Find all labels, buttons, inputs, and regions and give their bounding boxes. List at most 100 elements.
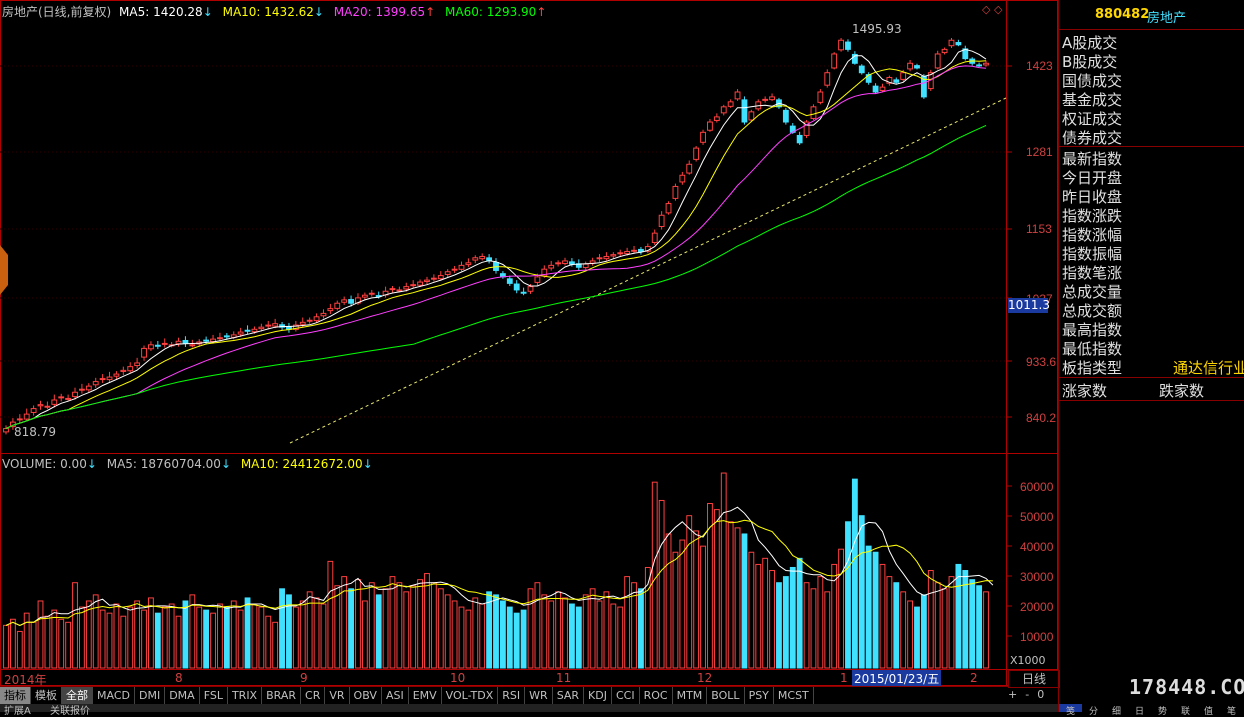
candle-body bbox=[893, 79, 900, 83]
volume-label: VOLUME: 0.00 bbox=[2, 457, 87, 471]
volume-bar bbox=[817, 576, 824, 669]
volume-bar bbox=[810, 588, 817, 669]
indicator-tab[interactable]: WR bbox=[525, 687, 553, 705]
side-bottom-tab[interactable]: 细 bbox=[1105, 704, 1128, 717]
candle-body bbox=[437, 275, 444, 280]
volume-bar bbox=[223, 606, 230, 669]
candle-body bbox=[23, 413, 30, 420]
candle-body bbox=[658, 214, 665, 228]
indicator-tab[interactable]: EMV bbox=[409, 687, 442, 705]
row-board-type: 板指类型 bbox=[1062, 359, 1123, 377]
ma60-line bbox=[5, 124, 987, 430]
candle-body bbox=[85, 385, 92, 391]
indicator-tab[interactable]: SAR bbox=[553, 687, 585, 705]
zoom-reset-button[interactable]: 0 bbox=[1037, 688, 1044, 701]
side-bottom-tab[interactable]: 笺 bbox=[1059, 704, 1082, 717]
volume-bar bbox=[789, 566, 796, 669]
bottom-tab-related[interactable]: 关联报价 bbox=[50, 702, 90, 717]
indicator-tab[interactable]: VR bbox=[325, 687, 350, 705]
candle-body bbox=[272, 323, 279, 327]
candle-body bbox=[651, 232, 658, 244]
candle-body bbox=[72, 391, 78, 398]
side-bottom-tab[interactable]: 联 bbox=[1174, 704, 1197, 717]
chart-frame bbox=[0, 0, 1058, 686]
row-change-pct: 指数涨幅 bbox=[1062, 226, 1123, 244]
volume-bar bbox=[865, 545, 872, 669]
side-bottom-tab[interactable]: 日 bbox=[1128, 704, 1151, 717]
volume-bar bbox=[368, 582, 375, 669]
candle-body bbox=[327, 308, 334, 312]
candle-body bbox=[127, 366, 134, 372]
bottom-tab-extend[interactable]: 扩展A bbox=[4, 702, 31, 717]
volume-bar bbox=[334, 585, 341, 669]
period-button[interactable]: 日线 bbox=[1008, 670, 1060, 688]
volume-bar bbox=[451, 600, 458, 669]
volume-bar bbox=[258, 606, 265, 669]
indicator-tab[interactable]: TRIX bbox=[228, 687, 263, 705]
candle-body bbox=[134, 362, 141, 367]
row-total-volume: 总成交量 bbox=[1062, 283, 1123, 301]
candle-body bbox=[872, 85, 879, 93]
volume-bar bbox=[79, 606, 85, 669]
volume-bar bbox=[858, 515, 865, 669]
volume-bar bbox=[375, 594, 382, 669]
volume-bar bbox=[769, 570, 775, 669]
svg-text:◇: ◇ bbox=[994, 3, 1003, 16]
volume-bar bbox=[955, 563, 962, 669]
indicator-tab[interactable]: CR bbox=[301, 687, 326, 705]
indicator-tab[interactable]: ASI bbox=[382, 687, 409, 705]
volume-bar bbox=[969, 579, 976, 669]
indicator-tab[interactable]: DMI bbox=[135, 687, 166, 705]
indicator-tab[interactable]: DMA bbox=[165, 687, 200, 705]
indicator-tab[interactable]: MTM bbox=[673, 687, 708, 705]
indicator-tab[interactable]: PSY bbox=[745, 687, 774, 705]
volume-bar bbox=[251, 603, 258, 669]
indicator-tab[interactable]: MACD bbox=[93, 687, 135, 705]
indicator-tab[interactable]: VOL-TDX bbox=[442, 687, 499, 705]
candle-body bbox=[782, 109, 789, 123]
row-down-count: 跌家数 bbox=[1159, 382, 1205, 400]
indicator-tab[interactable]: ROC bbox=[640, 687, 673, 705]
side-bottom-tab[interactable]: 值 bbox=[1197, 704, 1220, 717]
price-tick: 1423 bbox=[1026, 59, 1053, 73]
trend-line bbox=[289, 97, 1007, 444]
candle-body bbox=[858, 65, 865, 74]
candle-body bbox=[217, 337, 223, 340]
left-handle[interactable] bbox=[0, 245, 8, 295]
volume-bar bbox=[85, 600, 92, 669]
candle-body bbox=[665, 203, 672, 214]
bottom-bar: 扩展A 关联报价 bbox=[0, 704, 1060, 717]
volume-bar bbox=[396, 582, 403, 669]
volume-bar bbox=[610, 603, 617, 669]
candle-body bbox=[562, 260, 568, 265]
ma20-label: MA20: 1399.65 bbox=[333, 5, 426, 19]
zoom-out-button[interactable]: - bbox=[1025, 688, 1029, 701]
side-bottom-tab[interactable]: 笔 bbox=[1220, 704, 1243, 717]
volume-bar bbox=[72, 582, 78, 669]
volume-bar bbox=[196, 606, 203, 669]
row-amplitude: 指数振幅 bbox=[1062, 245, 1123, 263]
current-price-marker: 1011.3 bbox=[1008, 298, 1050, 313]
indicator-tab[interactable]: RSI bbox=[498, 687, 526, 705]
candle-body bbox=[203, 339, 210, 342]
row-up-count: 涨家数 bbox=[1062, 382, 1108, 400]
vol-ma5-arrow: ↓ bbox=[220, 457, 231, 471]
zoom-in-button[interactable]: + bbox=[1008, 688, 1017, 701]
indicator-tab[interactable]: OBV bbox=[350, 687, 382, 705]
top-right-markers[interactable]: ◇ ◇ bbox=[982, 3, 1003, 16]
candle-body bbox=[631, 249, 637, 252]
row-tick-change: 指数笔涨 bbox=[1062, 264, 1123, 282]
indicator-tab[interactable]: FSL bbox=[200, 687, 228, 705]
indicator-tab[interactable]: BOLL bbox=[707, 687, 745, 705]
volume-bar bbox=[437, 588, 444, 669]
indicator-tab[interactable]: CCI bbox=[612, 687, 640, 705]
volume-bar bbox=[748, 551, 755, 669]
side-bottom-tab[interactable]: 分 bbox=[1082, 704, 1105, 717]
candle-body bbox=[720, 106, 727, 114]
indicator-tab[interactable]: MCST bbox=[774, 687, 814, 705]
row-low: 最低指数 bbox=[1062, 340, 1123, 358]
side-bottom-tab[interactable]: 势 bbox=[1151, 704, 1174, 717]
indicator-tab[interactable]: BRAR bbox=[262, 687, 302, 705]
indicator-tab[interactable]: KDJ bbox=[584, 687, 612, 705]
volume-bar bbox=[948, 576, 955, 669]
